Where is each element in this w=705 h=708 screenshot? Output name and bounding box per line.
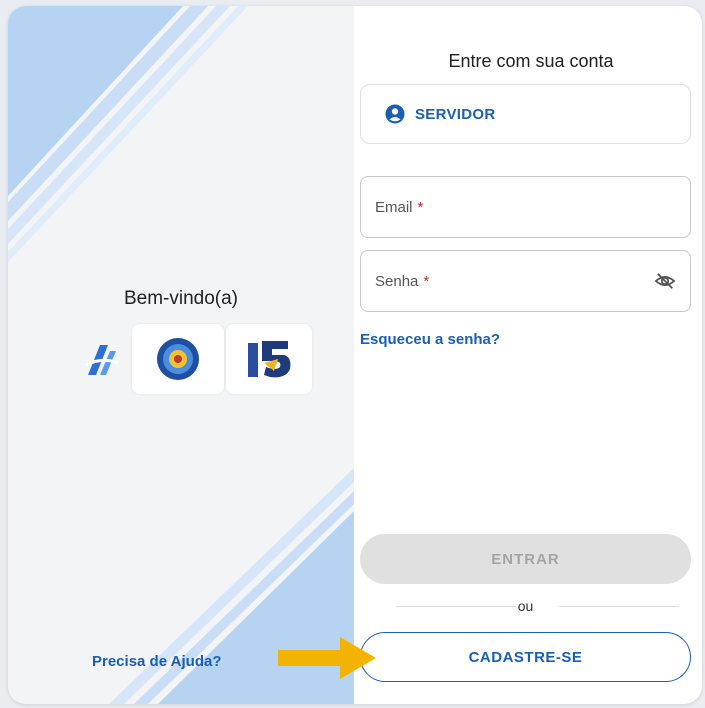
or-divider: ou [360, 597, 691, 617]
email-input[interactable] [423, 197, 676, 217]
servidor-role-button[interactable]: SERVIDOR [360, 84, 691, 144]
password-input[interactable] [429, 271, 654, 291]
forgot-password-link[interactable]: Esqueceu a senha? [360, 331, 500, 348]
password-field[interactable]: Senha * [360, 250, 691, 312]
email-field[interactable]: Email * [360, 176, 691, 238]
help-link[interactable]: Precisa de Ajuda? [92, 653, 222, 670]
visibility-off-icon[interactable] [654, 271, 676, 291]
servidor-role-label: SERVIDOR [415, 105, 496, 123]
logo-alice [132, 324, 224, 394]
logo-ifsc [76, 324, 128, 394]
password-label: Senha [375, 272, 419, 290]
login-title: Entre com sua conta [448, 51, 614, 71]
email-label: Email [375, 198, 413, 216]
arrow-right-icon [278, 637, 376, 679]
logo-uniasselvi [226, 324, 312, 394]
login-card: Bem-vindo(a) Precisa de Ajuda? Entre com… [8, 6, 702, 704]
enter-button[interactable]: ENTRAR [360, 534, 691, 584]
account-circle-icon [385, 104, 405, 124]
welcome-panel: Bem-vindo(a) Precisa de Ajuda? [8, 6, 354, 704]
signup-button[interactable]: CADASTRE-SE [360, 632, 691, 682]
partner-logos [76, 324, 316, 394]
welcome-heading: Bem-vindo(a) [123, 288, 239, 309]
